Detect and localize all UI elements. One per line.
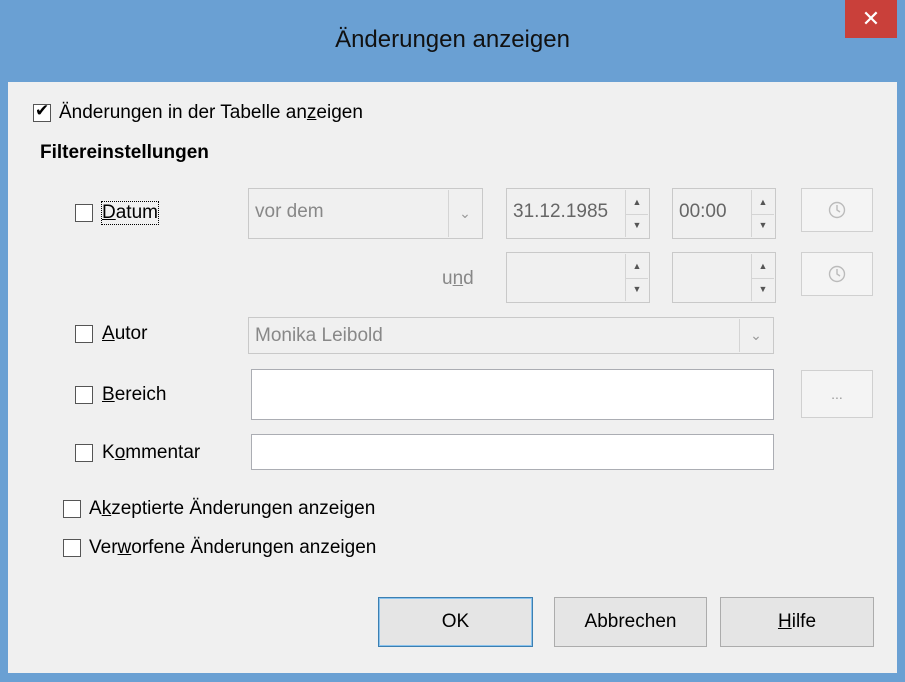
dialog-title: Änderungen anzeigen — [335, 26, 570, 53]
date-condition-select[interactable]: vor dem ⌄ — [248, 188, 483, 239]
range-browse-button[interactable]: ... — [801, 370, 873, 418]
show-changes-label[interactable]: Änderungen in der Tabelle anzeigen — [59, 102, 363, 124]
start-time-spinner[interactable]: ▲ ▼ — [751, 190, 774, 237]
spin-up-icon[interactable]: ▲ — [626, 190, 648, 215]
end-date-field[interactable]: ▲ ▼ — [506, 252, 650, 303]
start-date-spinner[interactable]: ▲ ▼ — [625, 190, 648, 237]
date-checkbox[interactable] — [75, 204, 93, 222]
spin-down-icon[interactable]: ▼ — [752, 214, 774, 238]
chevron-down-icon: ⌄ — [739, 319, 772, 352]
end-date-spinner[interactable]: ▲ ▼ — [625, 254, 648, 301]
filter-settings-heading: Filtereinstellungen — [40, 142, 209, 163]
start-time-now-button[interactable] — [801, 188, 873, 232]
title-bar[interactable]: Änderungen anzeigen ✕ — [0, 0, 905, 82]
chevron-down-icon: ⌄ — [448, 190, 481, 237]
accepted-changes-checkbox[interactable] — [63, 500, 81, 518]
spin-up-icon[interactable]: ▲ — [626, 254, 648, 279]
ok-button[interactable]: OK — [378, 597, 533, 647]
spin-up-icon[interactable]: ▲ — [752, 190, 774, 215]
date-label[interactable]: Datum — [101, 201, 159, 225]
clock-icon — [828, 265, 846, 283]
comment-input[interactable] — [251, 434, 774, 470]
help-button[interactable]: Hilfe — [720, 597, 874, 647]
comment-checkbox[interactable] — [75, 444, 93, 462]
comment-label[interactable]: Kommentar — [102, 442, 200, 464]
dialog-window: Änderungen anzeigen ✕ Änderungen in der … — [0, 0, 905, 682]
rejected-changes-checkbox[interactable] — [63, 539, 81, 557]
end-time-now-button[interactable] — [801, 252, 873, 296]
cancel-button[interactable]: Abbrechen — [554, 597, 707, 647]
start-time-field[interactable]: 00:00 ▲ ▼ — [672, 188, 776, 239]
close-icon: ✕ — [861, 6, 881, 31]
end-time-field[interactable]: ▲ ▼ — [672, 252, 776, 303]
accepted-changes-label[interactable]: Akzeptierte Änderungen anzeigen — [89, 498, 375, 520]
close-button[interactable]: ✕ — [845, 0, 897, 38]
author-label[interactable]: Autor — [102, 323, 147, 345]
clock-icon — [828, 201, 846, 219]
author-select[interactable]: Monika Leibold ⌄ — [248, 317, 774, 354]
spin-down-icon[interactable]: ▼ — [626, 278, 648, 302]
spin-down-icon[interactable]: ▼ — [626, 214, 648, 238]
dialog-content: Änderungen in der Tabelle anzeigen Filte… — [8, 82, 897, 673]
and-label: und — [442, 268, 474, 289]
spin-up-icon[interactable]: ▲ — [752, 254, 774, 279]
range-label[interactable]: Bereich — [102, 384, 166, 406]
rejected-changes-label[interactable]: Verworfene Änderungen anzeigen — [89, 537, 376, 559]
range-checkbox[interactable] — [75, 386, 93, 404]
end-time-spinner[interactable]: ▲ ▼ — [751, 254, 774, 301]
show-changes-checkbox[interactable] — [33, 101, 51, 122]
start-date-field[interactable]: 31.12.1985 ▲ ▼ — [506, 188, 650, 239]
range-input[interactable] — [251, 369, 774, 420]
spin-down-icon[interactable]: ▼ — [752, 278, 774, 302]
author-checkbox[interactable] — [75, 325, 93, 343]
